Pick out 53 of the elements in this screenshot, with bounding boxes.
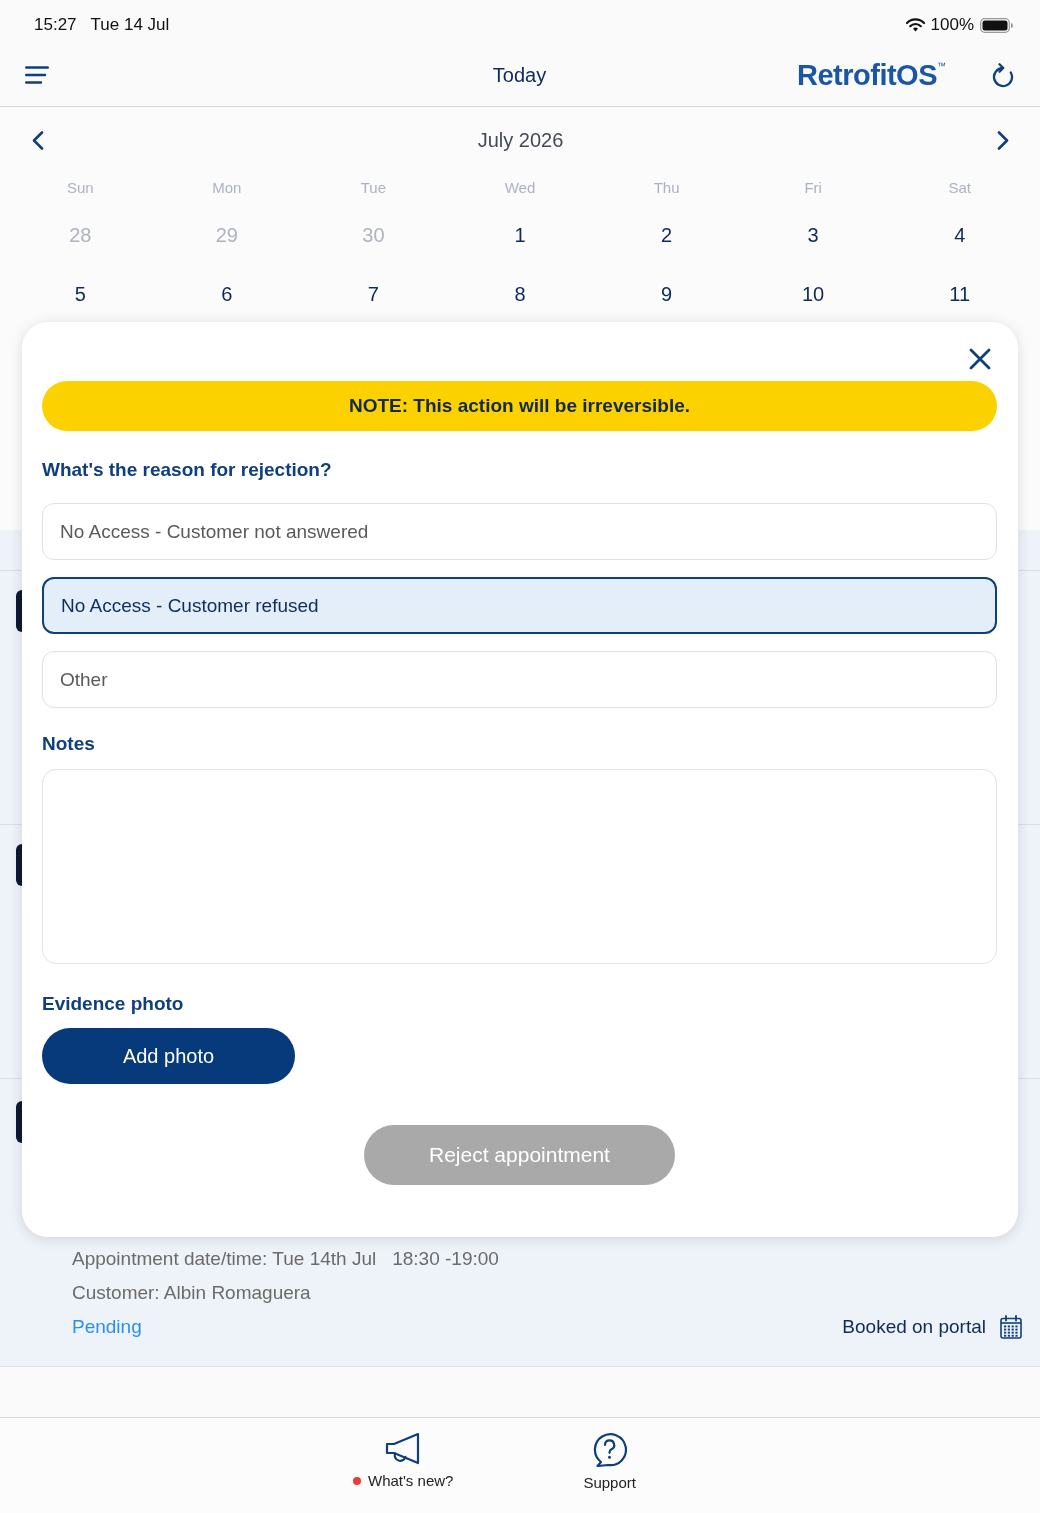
evidence-photo-label: Evidence photo bbox=[42, 993, 185, 1015]
nav-title: Today bbox=[492, 63, 547, 87]
calendar-day[interactable]: 11 bbox=[943, 279, 977, 310]
warning-banner: NOTE: This action will be irreversible. bbox=[42, 381, 997, 431]
help-icon bbox=[592, 1432, 628, 1467]
customer-name: Customer: Albin Romaguera bbox=[72, 1282, 311, 1304]
support-tab[interactable]: Support bbox=[583, 1432, 636, 1491]
calendar-day[interactable]: 3 bbox=[801, 220, 825, 251]
weekday-label: Sat bbox=[948, 178, 971, 196]
status-date: Tue 14 Jul bbox=[90, 15, 170, 35]
wifi-icon bbox=[905, 18, 925, 32]
booking-source: Booked on portal bbox=[842, 1316, 986, 1338]
close-icon[interactable] bbox=[969, 348, 991, 370]
weekday-label: Fri bbox=[804, 178, 822, 196]
reason-option[interactable]: No Access - Customer refused bbox=[42, 577, 997, 634]
chevron-right-icon[interactable] bbox=[997, 130, 1010, 150]
megaphone-icon bbox=[385, 1432, 422, 1465]
calendar-day[interactable]: 7 bbox=[361, 279, 385, 310]
weekday-label: Mon bbox=[212, 178, 242, 196]
appointment-date-time: Appointment date/time: Tue 14th Jul bbox=[72, 1248, 377, 1270]
calendar-day[interactable]: 10 bbox=[796, 279, 831, 310]
chevron-left-icon[interactable] bbox=[31, 130, 44, 150]
appointment-time-range: 18:30 -19:00 bbox=[392, 1248, 499, 1270]
notes-label: Notes bbox=[42, 733, 96, 755]
question-label: What's the reason for rejection? bbox=[42, 459, 333, 481]
weekday-label: Tue bbox=[360, 178, 387, 196]
status-time: 15:27 bbox=[34, 15, 77, 35]
appointment-status: Pending bbox=[72, 1316, 142, 1338]
reason-option[interactable]: Other bbox=[42, 651, 997, 708]
month-title: July 2026 bbox=[477, 128, 564, 152]
calendar-day[interactable]: 5 bbox=[68, 279, 92, 310]
weekday-label: Sun bbox=[66, 178, 94, 196]
notes-field[interactable] bbox=[42, 769, 997, 964]
weekday-label: Wed bbox=[504, 178, 536, 196]
calendar-icon bbox=[1000, 1315, 1022, 1339]
battery-percentage: 100% bbox=[930, 15, 974, 35]
reason-option[interactable]: No Access - Customer not answered bbox=[42, 503, 997, 560]
card-accent-bar bbox=[16, 590, 22, 632]
whats-new-tab[interactable]: What's new? bbox=[353, 1432, 454, 1489]
calendar-day[interactable]: 1 bbox=[508, 220, 532, 251]
battery-icon bbox=[980, 17, 1013, 33]
card-accent-bar bbox=[16, 844, 22, 886]
calendar-day[interactable]: 9 bbox=[655, 279, 679, 310]
calendar-day[interactable]: 6 bbox=[215, 279, 239, 310]
app-logo: RetrofitOS$^{™}$ bbox=[797, 58, 946, 92]
calendar-day[interactable]: 2 bbox=[655, 220, 679, 251]
refresh-icon[interactable] bbox=[992, 62, 1014, 88]
calendar-day[interactable]: 4 bbox=[948, 220, 972, 251]
add-photo-button[interactable]: Add photo bbox=[42, 1028, 295, 1084]
menu-icon[interactable] bbox=[25, 66, 49, 84]
weekday-label: Thu bbox=[653, 178, 680, 196]
card-accent-bar bbox=[16, 1101, 22, 1143]
calendar-day[interactable]: 8 bbox=[508, 279, 532, 310]
